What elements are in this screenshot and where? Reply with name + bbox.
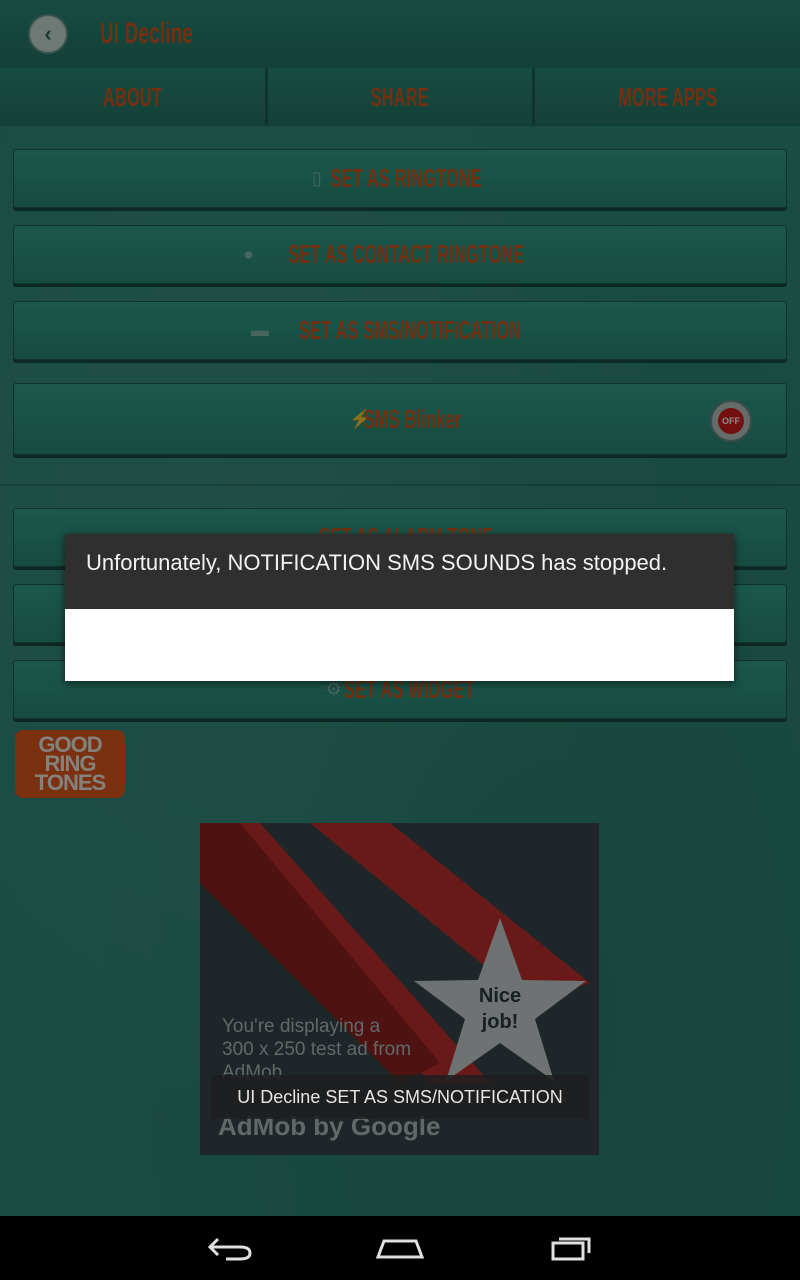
back-arrow-icon bbox=[207, 1237, 252, 1261]
dialog-button-area[interactable] bbox=[65, 609, 734, 681]
home-icon bbox=[375, 1239, 425, 1259]
screen: ‹ UI Decline ABOUT SHARE MORE APPS ▯ SET… bbox=[0, 0, 800, 1280]
nav-recents-button[interactable] bbox=[540, 1228, 600, 1268]
error-dialog: Unfortunately, NOTIFICATION SMS SOUNDS h… bbox=[65, 534, 734, 681]
toast-message: UI Decline SET AS SMS/NOTIFICATION bbox=[211, 1075, 589, 1119]
nav-back-button[interactable] bbox=[200, 1228, 260, 1268]
system-nav-bar bbox=[0, 1216, 800, 1280]
recents-icon bbox=[551, 1237, 591, 1261]
nav-home-button[interactable] bbox=[370, 1228, 430, 1268]
dialog-message: Unfortunately, NOTIFICATION SMS SOUNDS h… bbox=[86, 550, 668, 575]
